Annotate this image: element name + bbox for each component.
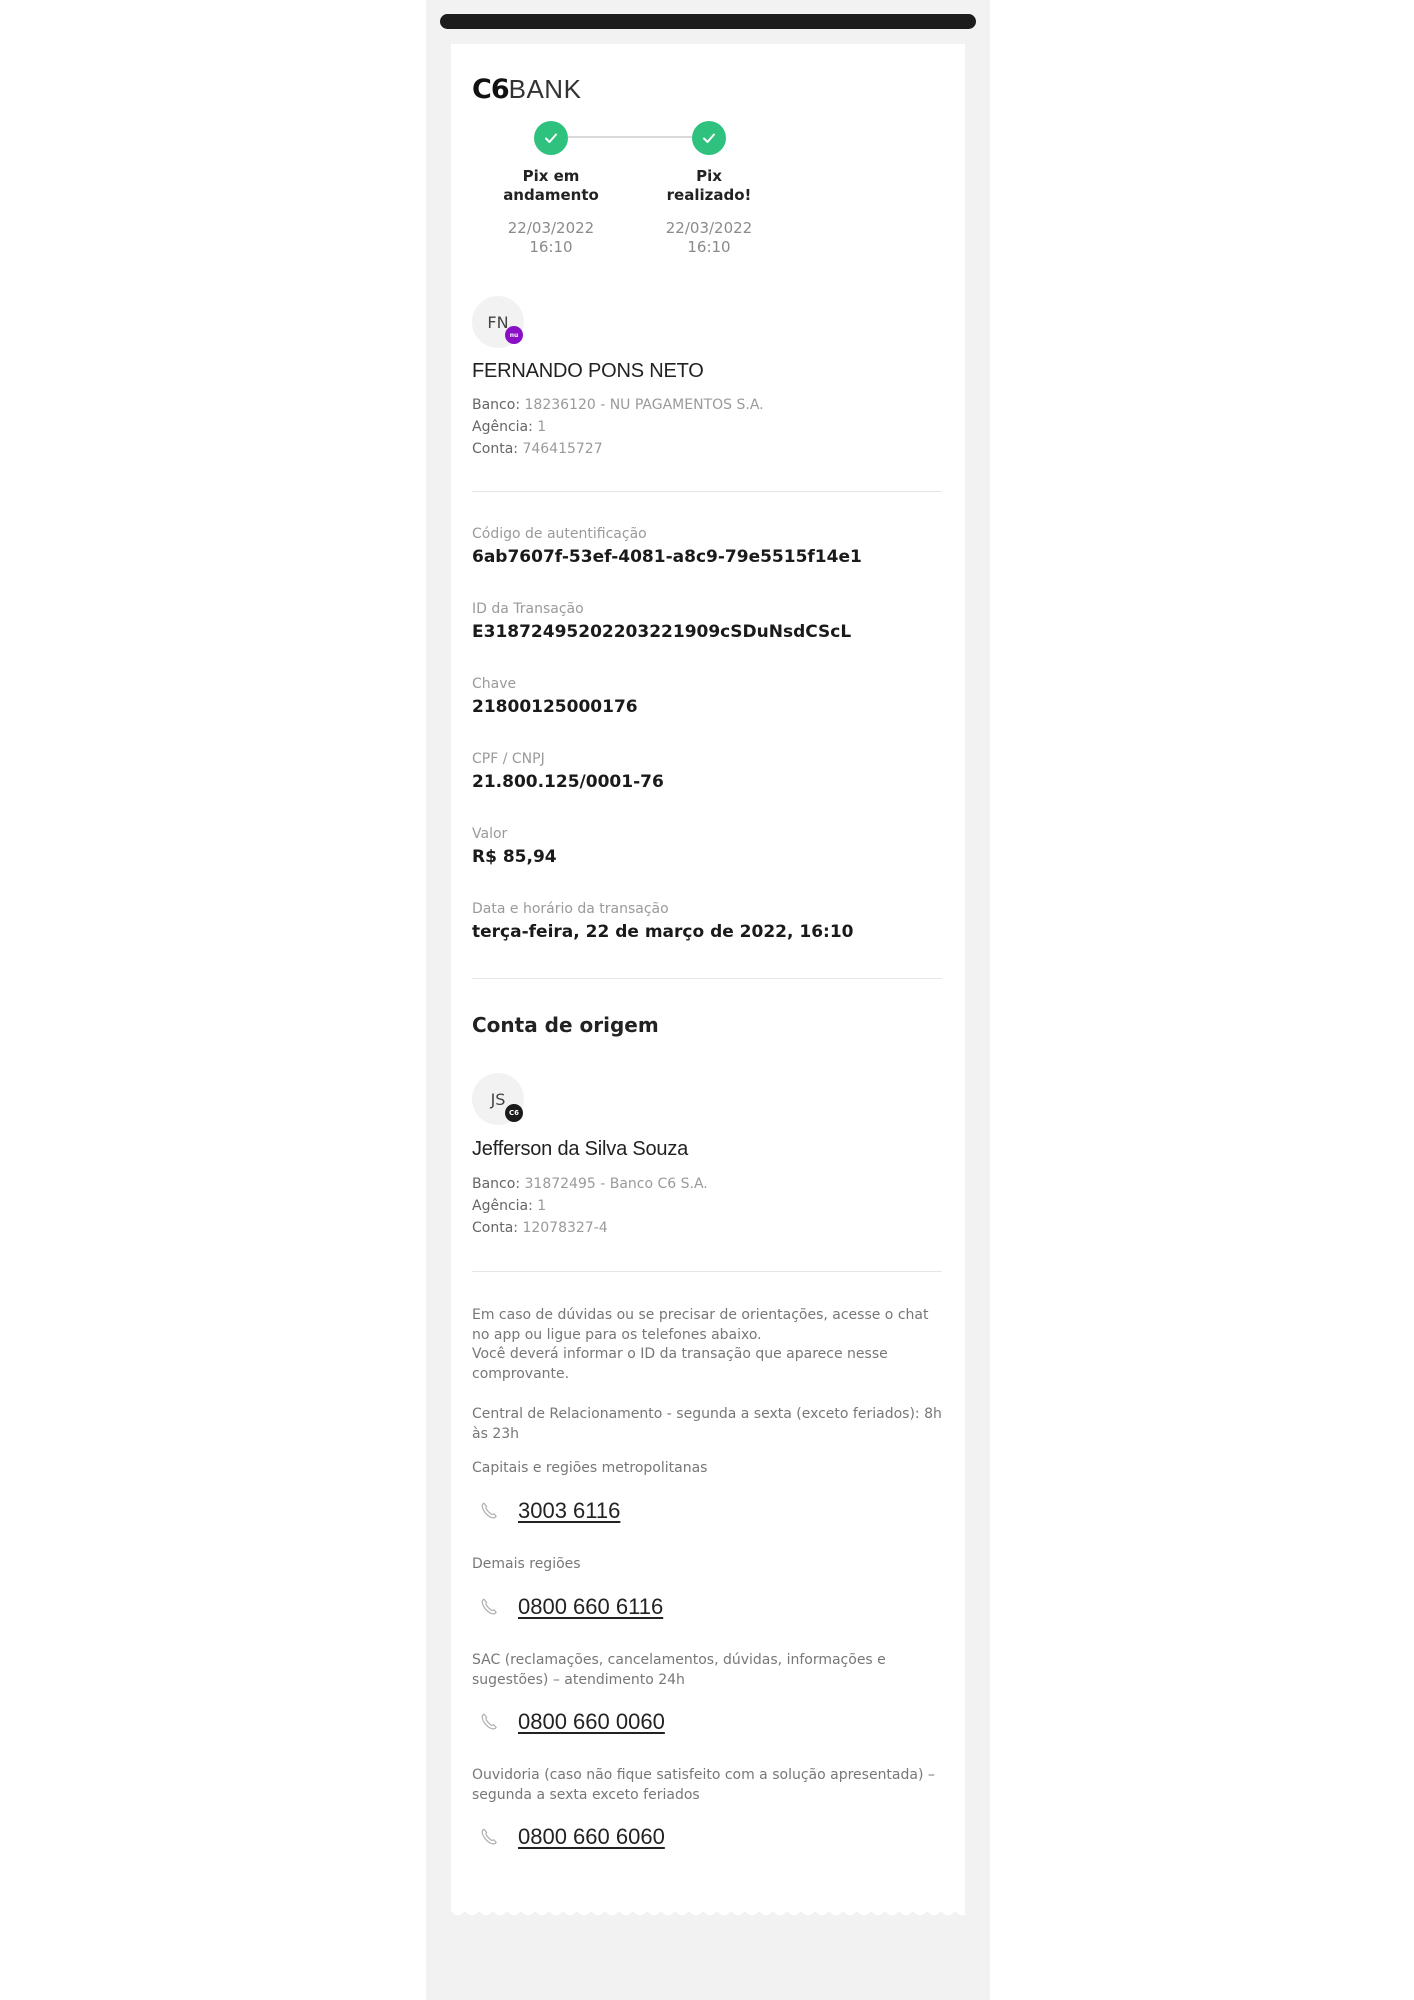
detail-datetime: Data e horário da transação terça-feira,… bbox=[472, 901, 854, 942]
receipt-printer-bar bbox=[440, 14, 976, 29]
detail-value: 6ab7607f-53ef-4081-a8c9-79e5515f14e1 bbox=[472, 547, 862, 567]
check-icon bbox=[692, 121, 726, 155]
divider bbox=[472, 491, 942, 492]
detail-label: Data e horário da transação bbox=[472, 901, 669, 917]
phone-row[interactable]: 3003 6116 bbox=[472, 1498, 620, 1524]
divider bbox=[472, 978, 942, 979]
detail-value: terça-feira, 22 de março de 2022, 16:10 bbox=[472, 922, 854, 942]
recipient-agency: 1 bbox=[537, 419, 547, 435]
detail-value: 21800125000176 bbox=[472, 697, 638, 717]
phone-label: Demais regiões bbox=[472, 1556, 581, 1572]
detail-amount: Valor R$ 85,94 bbox=[472, 826, 557, 867]
phone-row[interactable]: 0800 660 0060 bbox=[472, 1709, 665, 1735]
step-title: Pix em andamento bbox=[503, 167, 599, 204]
detail-cpf-cnpj: CPF / CNPJ 21.800.125/0001-76 bbox=[472, 751, 664, 792]
phone-icon bbox=[481, 1713, 497, 1730]
origin-bank-info: Banco: 31872495 - Banco C6 S.A. Agência:… bbox=[472, 1176, 708, 1236]
origin-bank: 31872495 - Banco C6 S.A. bbox=[524, 1176, 708, 1192]
receipt-torn-edge bbox=[451, 1908, 965, 1920]
logo-word: BANK bbox=[508, 74, 582, 104]
phone-row[interactable]: 0800 660 6116 bbox=[472, 1594, 663, 1620]
detail-label: ID da Transação bbox=[472, 601, 584, 617]
phone-icon bbox=[481, 1502, 497, 1519]
recipient-name: FERNANDO PONS NETO bbox=[472, 360, 704, 382]
step-pix-realizado: Pix realizado! 22/03/2022 16:10 bbox=[639, 121, 779, 257]
c6-badge-icon: C6 bbox=[505, 1104, 523, 1122]
detail-label: Código de autentificação bbox=[472, 526, 647, 542]
avatar-initials: FN bbox=[487, 312, 509, 332]
step-date: 22/03/2022 16:10 bbox=[507, 219, 595, 256]
check-icon bbox=[534, 121, 568, 155]
help-central-hours: Central de Relacionamento - segunda a se… bbox=[472, 1406, 942, 1442]
phone-row[interactable]: 0800 660 6060 bbox=[472, 1824, 665, 1850]
phone-link[interactable]: 0800 660 6116 bbox=[518, 1594, 663, 1620]
detail-value: E31872495202203221909cSDuNsdCScL bbox=[472, 622, 852, 642]
detail-label: Chave bbox=[472, 676, 517, 692]
detail-transaction-id: ID da Transação E31872495202203221909cSD… bbox=[472, 601, 851, 642]
phone-link[interactable]: 0800 660 6060 bbox=[518, 1824, 665, 1850]
step-title: Pix realizado! bbox=[666, 167, 752, 204]
step-pix-em-andamento: Pix em andamento 22/03/2022 16:10 bbox=[481, 121, 621, 257]
phone-label: SAC (reclamações, cancelamentos, dúvidas… bbox=[472, 1652, 886, 1688]
detail-auth-code: Código de autentificação 6ab7607f-53ef-4… bbox=[472, 526, 862, 567]
detail-value: R$ 85,94 bbox=[472, 847, 557, 867]
detail-label: Valor bbox=[472, 826, 508, 842]
step-date: 22/03/2022 16:10 bbox=[665, 219, 753, 256]
detail-label: CPF / CNPJ bbox=[472, 751, 545, 767]
logo-mark: C6 bbox=[472, 74, 510, 105]
phone-label: Ouvidoria (caso não fique satisfeito com… bbox=[472, 1767, 935, 1803]
divider bbox=[472, 1271, 942, 1272]
recipient-account: 746415727 bbox=[522, 441, 603, 457]
detail-key: Chave 21800125000176 bbox=[472, 676, 638, 717]
detail-value: 21.800.125/0001-76 bbox=[472, 772, 664, 792]
origin-account: 12078327-4 bbox=[522, 1220, 608, 1236]
avatar-initials: JS bbox=[490, 1089, 506, 1109]
phone-link[interactable]: 0800 660 0060 bbox=[518, 1709, 665, 1735]
phone-icon bbox=[481, 1828, 497, 1845]
c6-bank-logo: C6 BANK bbox=[472, 74, 581, 108]
recipient-bank-info: Banco: 18236120 - NU PAGAMENTOS S.A. Agê… bbox=[472, 397, 764, 457]
nubank-badge-icon: nu bbox=[505, 326, 523, 344]
phone-icon bbox=[481, 1598, 497, 1615]
phone-link[interactable]: 3003 6116 bbox=[518, 1498, 620, 1524]
phone-label: Capitais e regiões metropolitanas bbox=[472, 1460, 708, 1476]
origin-section-title: Conta de origem bbox=[472, 1013, 659, 1037]
help-intro: Em caso de dúvidas ou se precisar de ori… bbox=[472, 1307, 929, 1382]
recipient-bank: 18236120 - NU PAGAMENTOS S.A. bbox=[524, 397, 764, 413]
origin-name: Jefferson da Silva Souza bbox=[472, 1138, 689, 1160]
origin-agency: 1 bbox=[537, 1198, 547, 1214]
